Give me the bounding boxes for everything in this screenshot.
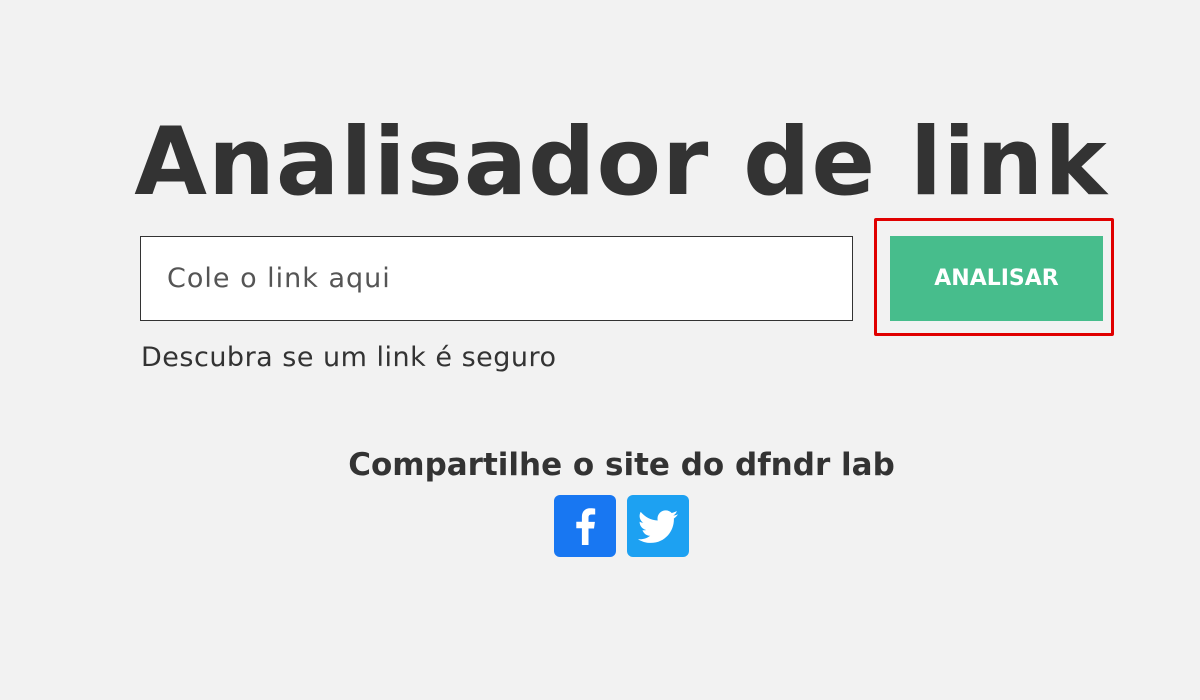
twitter-share-button[interactable]	[627, 495, 689, 557]
link-input[interactable]	[140, 236, 853, 321]
analyze-button[interactable]: ANALISAR	[890, 236, 1103, 321]
page-title: Analisador de link	[134, 108, 1108, 217]
facebook-share-button[interactable]	[554, 495, 616, 557]
page: Analisador de link ANALISAR Descubra se …	[0, 0, 1200, 700]
input-hint: Descubra se um link é seguro	[141, 342, 557, 373]
twitter-icon	[627, 495, 689, 557]
facebook-icon	[554, 495, 616, 557]
share-title: Compartilhe o site do dfndr lab	[348, 447, 895, 483]
